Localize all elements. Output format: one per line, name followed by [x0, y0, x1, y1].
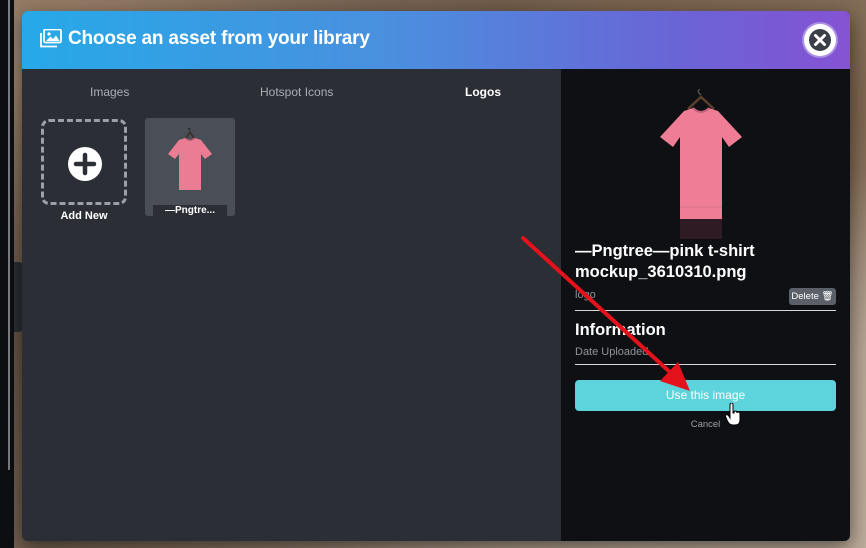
cancel-link[interactable]: Cancel	[575, 419, 836, 430]
asset-thumb-label: —Pngtre...	[153, 205, 227, 216]
tab-logos[interactable]: Logos	[465, 85, 501, 99]
close-button[interactable]	[804, 24, 836, 56]
file-type: logo	[575, 289, 596, 301]
pink-tshirt-preview-image	[660, 89, 742, 239]
add-new-label: Add New	[60, 210, 108, 222]
tab-images[interactable]: Images	[90, 85, 129, 99]
delete-button[interactable]: Delete 🗑	[789, 288, 836, 305]
asset-library-modal: Choose an asset from your library Images…	[22, 11, 850, 541]
date-uploaded-label: Date Uploaded	[575, 346, 649, 358]
divider	[575, 364, 836, 365]
trash-icon: 🗑	[821, 291, 834, 302]
library-pane: Images Hotspot Icons Logos Add New —Pngt…	[22, 69, 561, 541]
use-this-image-button[interactable]: Use this image	[575, 380, 836, 411]
modal-title: Choose an asset from your library	[68, 28, 370, 49]
delete-label: Delete	[791, 291, 819, 302]
left-edge-panel	[0, 0, 14, 548]
information-heading: Information	[575, 321, 666, 339]
tab-hotspot-icons[interactable]: Hotspot Icons	[260, 85, 333, 99]
image-gallery-icon	[40, 29, 62, 48]
add-new-button[interactable]	[41, 119, 127, 205]
hand-cursor-icon	[725, 403, 741, 426]
pink-tshirt-image	[168, 128, 212, 190]
modal-header: Choose an asset from your library	[22, 11, 850, 69]
asset-thumbnail[interactable]: —Pngtre...	[145, 118, 235, 216]
plus-circle-icon	[68, 147, 102, 181]
close-icon	[809, 29, 831, 51]
asset-details-pane: —Pngtree—pink t-shirt mockup_3610310.png…	[561, 69, 850, 541]
divider	[575, 310, 836, 311]
file-name: —Pngtree—pink t-shirt mockup_3610310.png	[575, 242, 755, 281]
